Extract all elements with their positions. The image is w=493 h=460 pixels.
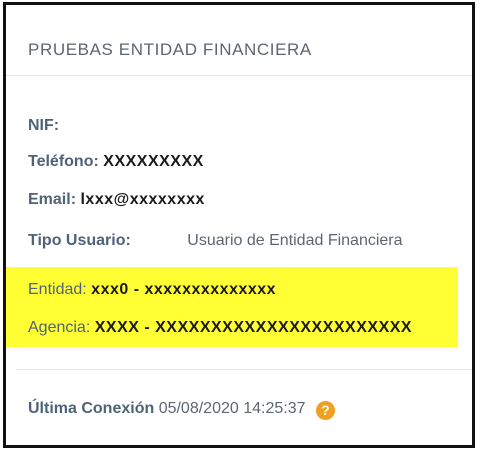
question-circle-icon[interactable]: ? (315, 401, 335, 420)
user-info-panel: PRUEBAS ENTIDAD FINANCIERA NIF: Teléfono… (3, 2, 475, 448)
ultima-conexion-label: Última Conexión (28, 400, 155, 417)
panel-header: PRUEBAS ENTIDAD FINANCIERA (6, 5, 472, 76)
nif-row: NIF: (28, 117, 59, 135)
ultima-conexion-value: 05/08/2020 14:25:37 (158, 400, 306, 417)
email-row: Email: lxxx@xxxxxxxx (28, 191, 205, 209)
agencia-value: XXXX - XXXXXXXXXXXXXXXXXXXXXXX (94, 319, 413, 336)
tipo-usuario-label: Tipo Usuario: (28, 232, 131, 249)
panel-title: PRUEBAS ENTIDAD FINANCIERA (28, 40, 312, 59)
email-label: Email: (28, 191, 77, 208)
telefono-label: Teléfono: (28, 153, 99, 170)
section-divider (16, 369, 472, 370)
agencia-row: Agencia: XXXX - XXXXXXXXXXXXXXXXXXXXXXX (28, 319, 412, 337)
agencia-label: Agencia: (28, 319, 91, 336)
entidad-label: Entidad: (28, 281, 87, 298)
tipo-usuario-row: Tipo Usuario: Usuario de Entidad Financi… (28, 232, 403, 250)
ultima-conexion-row: Última Conexión 05/08/2020 14:25:37 ? (28, 400, 335, 420)
nif-label: NIF: (28, 117, 60, 134)
entidad-value: xxx0 - xxxxxxxxxxxxxx (91, 281, 277, 298)
tipo-usuario-value: Usuario de Entidad Financiera (187, 232, 403, 249)
telefono-row: Teléfono: XXXXXXXXX (28, 153, 204, 171)
email-value: lxxx@xxxxxxxx (80, 191, 205, 208)
telefono-value: XXXXXXXXX (103, 153, 204, 170)
entidad-row: Entidad: xxx0 - xxxxxxxxxxxxxx (28, 281, 276, 299)
